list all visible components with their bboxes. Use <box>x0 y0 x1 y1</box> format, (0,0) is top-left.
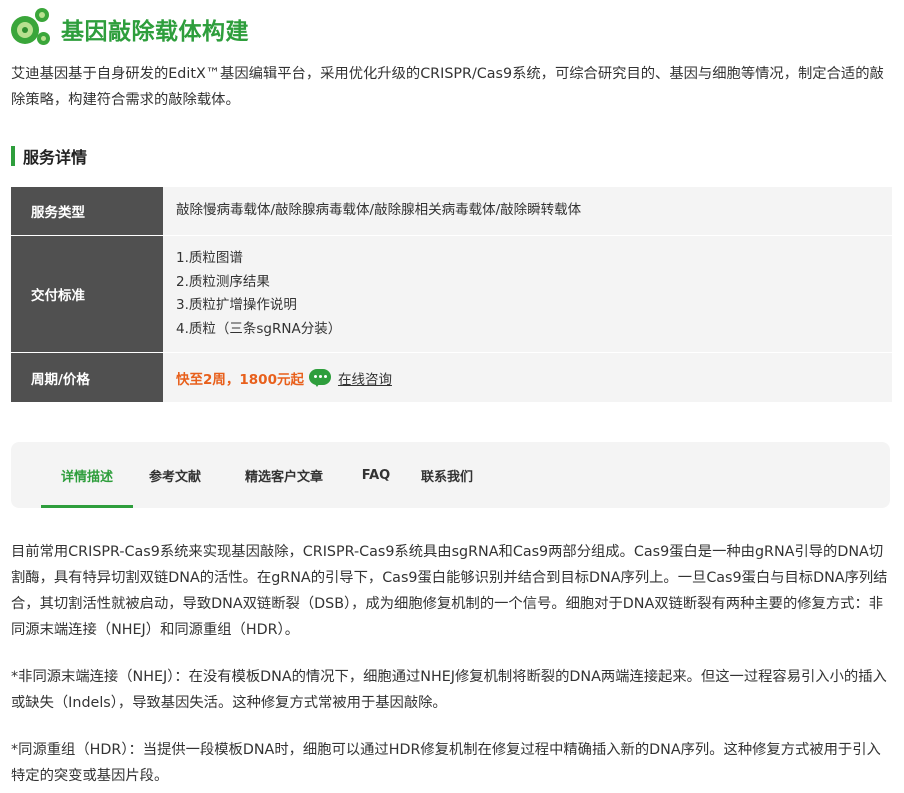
tab-contact[interactable]: 联系我们 <box>417 442 477 508</box>
service-row-type: 服务类型 敲除慢病毒载体/敲除腺病毒载体/敲除腺相关病毒载体/敲除瞬转载体 <box>11 187 892 236</box>
green-cells-logo-icon <box>11 8 51 50</box>
page-header: 基因敲除载体构建 <box>11 8 249 50</box>
period-label: 周期/价格 <box>11 353 163 402</box>
period-value: 快至2周，1800元起 在线咨询 <box>163 353 892 402</box>
service-type-value: 敲除慢病毒载体/敲除腺病毒载体/敲除腺相关病毒载体/敲除瞬转载体 <box>163 187 892 235</box>
section-title-text: 服务详情 <box>23 148 88 167</box>
chat-icon[interactable] <box>308 368 331 387</box>
delivery-label: 交付标准 <box>11 236 163 352</box>
intro-text: 艾迪基因基于自身研发的EditX™基因编辑平台，采用优化升级的CRISPR/Ca… <box>11 66 884 108</box>
service-type-label: 服务类型 <box>11 187 163 235</box>
page-title: 基因敲除载体构建 <box>61 19 249 45</box>
price-wrap: 快至2周，1800元起 在线咨询 <box>176 368 892 388</box>
content-paragraph: 目前常用CRISPR-Cas9系统来实现基因敲除，CRISPR-Cas9系统具由… <box>11 544 888 638</box>
tab-references[interactable]: 参考文献 <box>141 442 209 508</box>
delivery-item: 2.质粒测序结果 <box>176 273 270 290</box>
content-paragraph: *同源重组（HDR）：当提供一段模板DNA时，细胞可以通过HDR修复机制在修复过… <box>11 742 881 784</box>
section-title: 服务详情 <box>11 144 87 168</box>
tab-customer-articles[interactable]: 精选客户文章 <box>233 442 335 508</box>
content-paragraph: *非同源末端连接（NHEJ）：在没有模板DNA的情况下，细胞通过NHEJ修复机制… <box>11 669 887 711</box>
online-consult-link[interactable]: 在线咨询 <box>338 368 392 388</box>
detail-tabs: 详情描述 参考文献 精选客户文章 FAQ 联系我们 <box>11 442 890 508</box>
service-row-delivery: 交付标准 1.质粒图谱 2.质粒测序结果 3.质粒扩增操作说明 4.质粒（三条s… <box>11 236 892 353</box>
delivery-item: 1.质粒图谱 <box>176 250 243 266</box>
delivery-list: 1.质粒图谱 2.质粒测序结果 3.质粒扩增操作说明 4.质粒（三条sgRNA分… <box>163 236 892 352</box>
section-title-bar <box>11 146 15 166</box>
tab-faq[interactable]: FAQ <box>355 442 397 508</box>
service-table: 服务类型 敲除慢病毒载体/敲除腺病毒载体/敲除腺相关病毒载体/敲除瞬转载体 交付… <box>11 187 892 403</box>
price-text: 快至2周，1800元起 <box>176 371 304 388</box>
delivery-item: 4.质粒（三条sgRNA分装） <box>176 320 342 337</box>
service-type-text: 敲除慢病毒载体/敲除腺病毒载体/敲除腺相关病毒载体/敲除瞬转载体 <box>176 202 582 219</box>
delivery-item: 3.质粒扩增操作说明 <box>176 297 297 313</box>
service-row-period: 周期/价格 快至2周，1800元起 在线咨询 <box>11 353 892 403</box>
tab-details[interactable]: 详情描述 <box>41 442 133 508</box>
